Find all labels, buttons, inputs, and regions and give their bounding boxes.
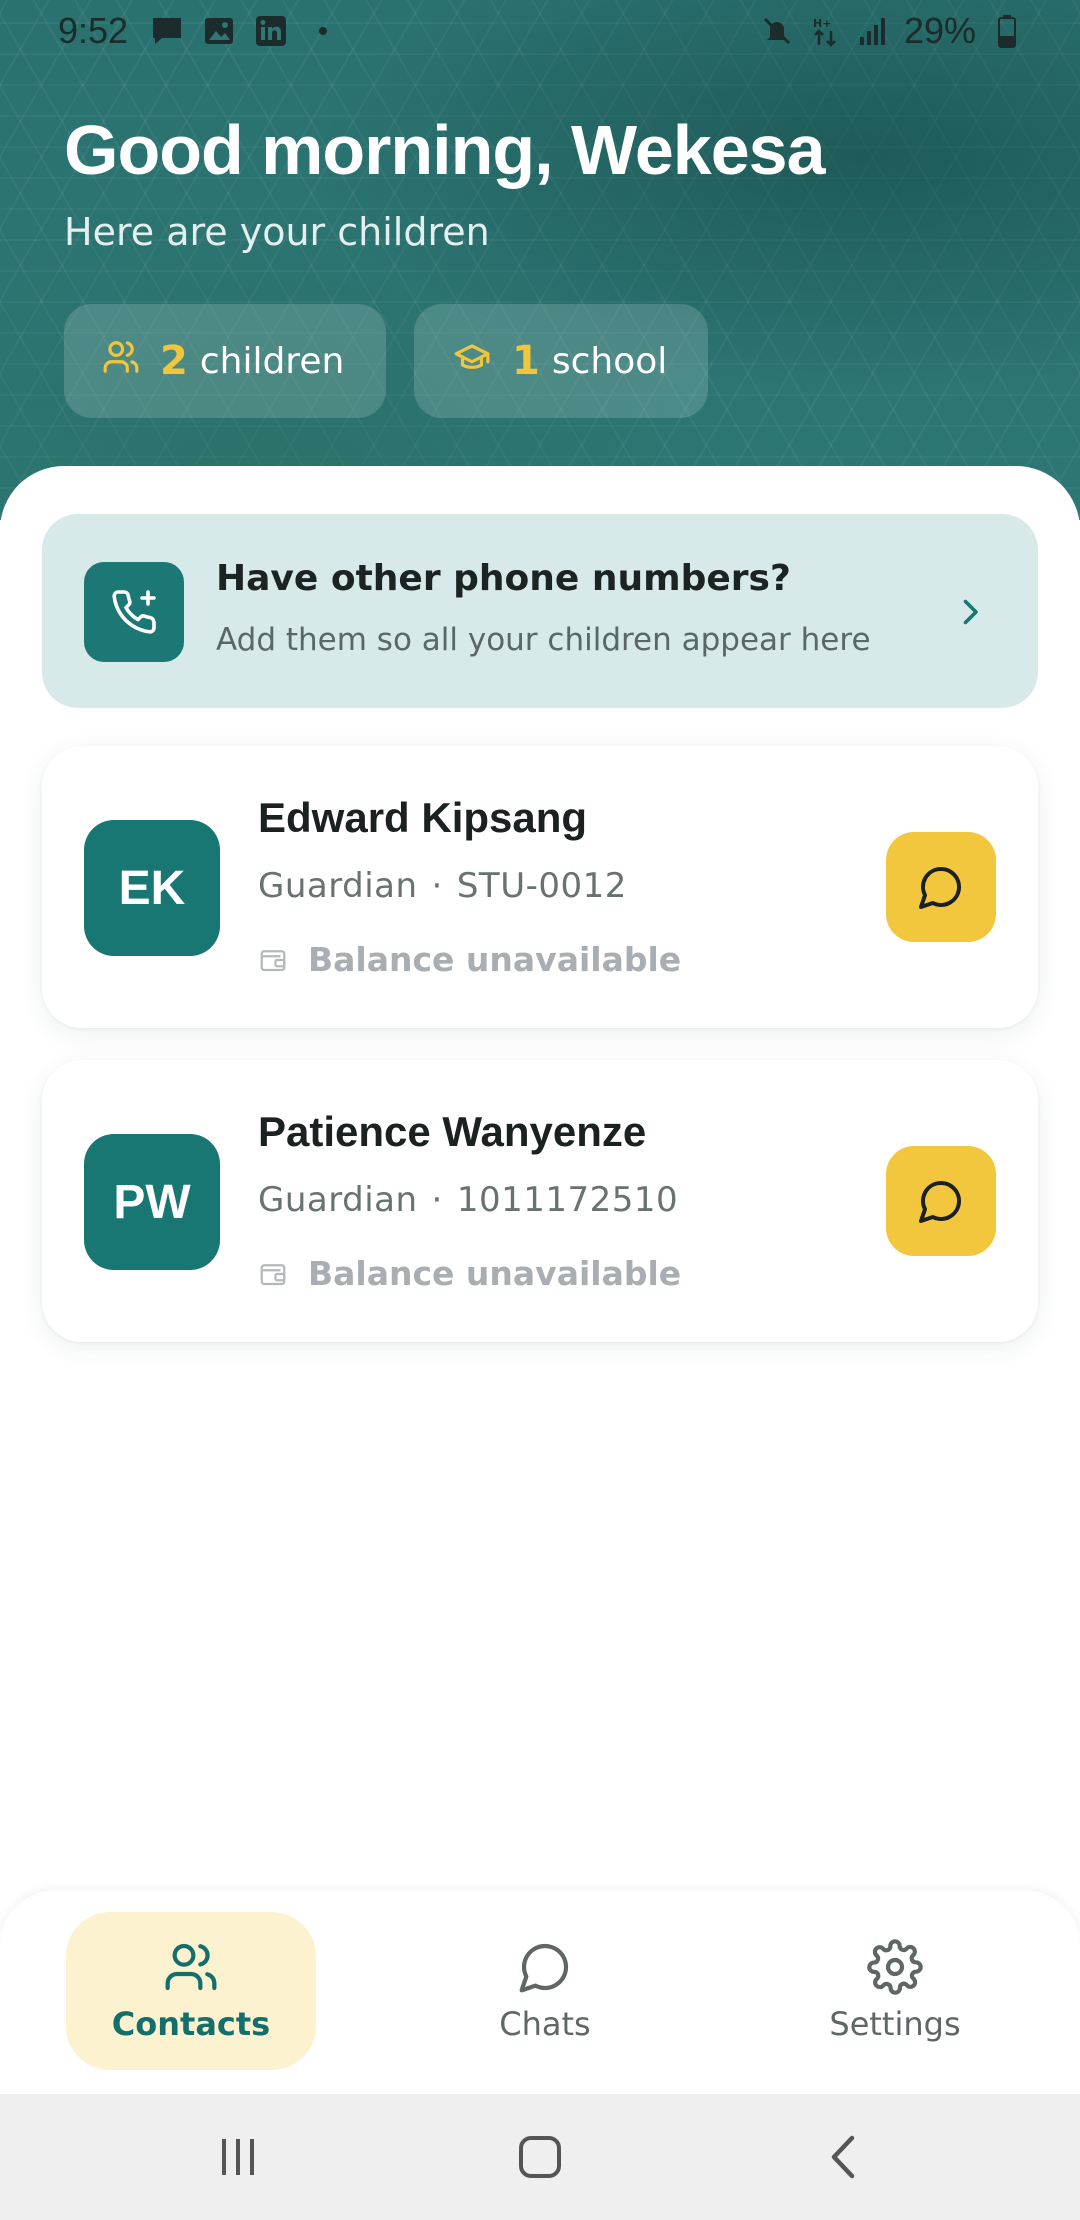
nav-settings[interactable]: Settings <box>770 1912 1020 2070</box>
back-icon <box>831 2135 855 2179</box>
child-role: Guardian <box>258 866 418 906</box>
message-icon <box>150 14 184 48</box>
dot-icon <box>306 14 340 48</box>
battery-percent: 29% <box>903 10 976 51</box>
mute-icon <box>760 14 794 48</box>
graduation-cap-icon <box>452 338 492 385</box>
back-button[interactable] <box>814 2132 874 2182</box>
child-card[interactable]: PW Patience Wanyenze Guardian · 1011172510… <box>42 1060 1038 1342</box>
gear-icon <box>867 1939 923 1995</box>
children-label: children <box>199 340 345 382</box>
nav-chats[interactable]: Chats <box>420 1912 670 2070</box>
linkedin-icon <box>254 14 288 48</box>
banner-title: Have other phone numbers? <box>216 558 791 599</box>
wallet-icon <box>258 1259 288 1289</box>
system-nav-bar <box>0 2094 1080 2220</box>
chat-bubble-icon <box>919 1181 961 1223</box>
greeting-subtitle: Here are your children <box>64 210 490 254</box>
battery-icon <box>990 14 1024 48</box>
bottom-navigation: Contacts Chats Settings <box>0 1890 1080 2094</box>
balance-text: Balance unavailable <box>308 1254 682 1293</box>
meta-separator: · <box>431 866 443 906</box>
school-count: 1 <box>512 338 540 384</box>
school-count-pill: 1 school <box>414 304 708 418</box>
chat-button[interactable] <box>886 832 996 942</box>
school-label: school <box>551 340 668 382</box>
data-icon: H+ <box>808 14 842 48</box>
chat-bubble-icon <box>919 867 961 909</box>
child-id: 1011172510 <box>456 1180 679 1220</box>
header-background: 9:52 H+ 29% Good morning, Wekesa Here ar… <box>0 0 1080 520</box>
balance-status: Balance unavailable <box>258 940 681 979</box>
child-role: Guardian <box>258 1180 418 1220</box>
child-card[interactable]: EK Edward Kipsang Guardian · STU-0012 Bala… <box>42 746 1038 1028</box>
recent-apps-button[interactable] <box>208 2132 268 2182</box>
child-name: Edward Kipsang <box>258 794 588 841</box>
contacts-icon <box>165 1943 217 1991</box>
home-icon <box>519 2136 561 2178</box>
add-phone-numbers-banner[interactable]: Have other phone numbers? Add them so al… <box>42 514 1038 708</box>
status-left-icons <box>150 14 340 48</box>
nav-contacts[interactable]: Contacts <box>66 1912 316 2070</box>
recent-apps-icon <box>222 2139 254 2175</box>
balance-text: Balance unavailable <box>308 940 682 979</box>
nav-settings-label: Settings <box>829 2005 961 2043</box>
nav-chats-label: Chats <box>499 2005 591 2043</box>
people-icon <box>102 338 140 385</box>
child-meta: Guardian · 1011172510 <box>258 1180 678 1220</box>
home-button[interactable] <box>510 2132 570 2182</box>
phone-add-icon <box>84 562 184 662</box>
children-count-pill: 2 children <box>64 304 386 418</box>
child-id: STU-0012 <box>456 866 627 906</box>
child-name: Patience Wanyenze <box>258 1108 647 1155</box>
chat-button[interactable] <box>886 1146 996 1256</box>
image-icon <box>202 14 236 48</box>
status-bar: 9:52 H+ 29% <box>0 0 1080 64</box>
chevron-right-icon <box>952 594 988 630</box>
avatar: PW <box>84 1134 220 1270</box>
greeting-title: Good morning, Wekesa <box>64 111 825 189</box>
nav-contacts-label: Contacts <box>111 2005 271 2043</box>
status-right-icons: H+ 29% <box>760 10 1024 52</box>
children-count: 2 <box>160 338 188 384</box>
chat-bubble-icon <box>519 1943 569 1993</box>
svg-text:H+: H+ <box>813 17 831 30</box>
balance-status: Balance unavailable <box>258 1254 681 1293</box>
status-time: 9:52 <box>58 10 129 51</box>
avatar: EK <box>84 820 220 956</box>
wallet-icon <box>258 945 288 975</box>
signal-icon <box>856 14 890 48</box>
meta-separator: · <box>431 1180 443 1220</box>
banner-subtitle: Add them so all your children appear her… <box>216 622 871 658</box>
child-meta: Guardian · STU-0012 <box>258 866 627 906</box>
